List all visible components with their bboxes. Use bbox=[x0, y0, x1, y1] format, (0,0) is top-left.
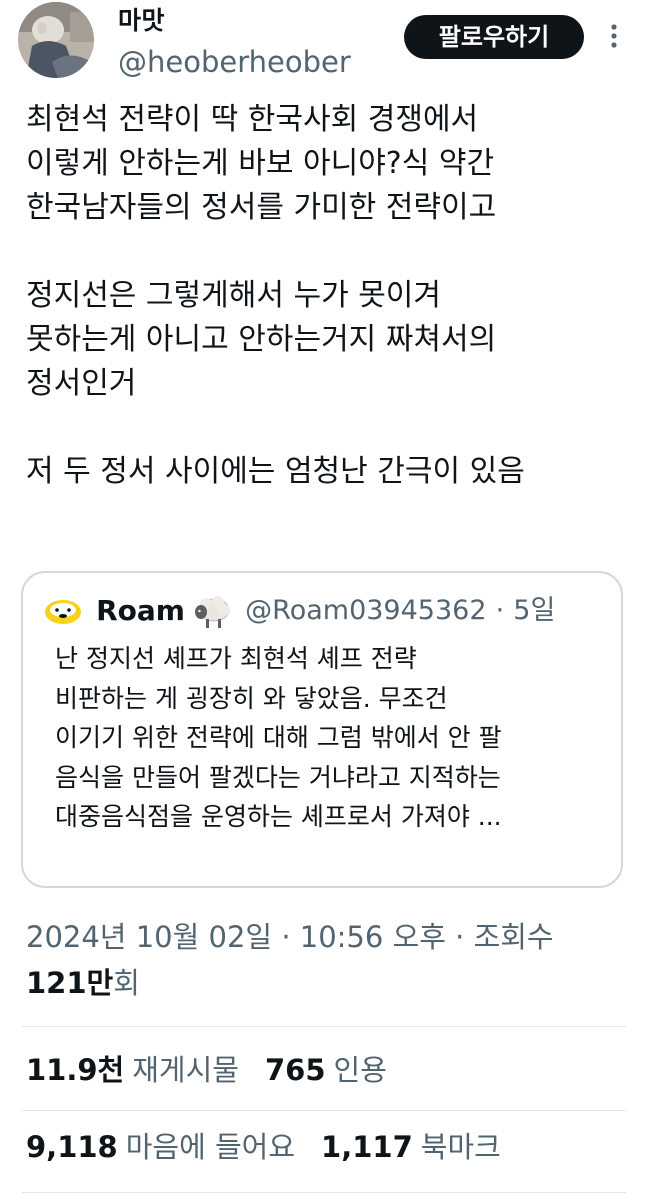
separator-dot: · bbox=[281, 920, 291, 954]
tweet-header: 마맛 @heoberheober 팔로우하기 bbox=[0, 0, 646, 90]
likes-label: 마음에 들어요 bbox=[125, 1130, 296, 1164]
quoted-tweet-card[interactable]: Roam @Roam03945362 · 5일 난 정지선 셰프가 최현석 셰프… bbox=[21, 571, 623, 888]
bookmarks-count: 1,117 bbox=[321, 1130, 413, 1164]
divider bbox=[22, 1026, 626, 1027]
sheep-face-icon bbox=[45, 600, 81, 624]
separator-dot: · bbox=[455, 920, 465, 954]
display-name[interactable]: 마맛 bbox=[118, 6, 165, 36]
reposts-stat[interactable]: 11.9천 재게시물 bbox=[26, 1053, 265, 1087]
more-options-button[interactable] bbox=[600, 22, 628, 50]
tweet-line: 정지선은 그렇게해서 누가 못이겨 bbox=[26, 278, 442, 313]
tweet-line: 한국남자들의 정서를 가미한 전략이고 bbox=[26, 190, 497, 225]
bookmarks-label: 북마크 bbox=[420, 1130, 501, 1164]
likes-stat[interactable]: 9,118 마음에 들어요 bbox=[26, 1130, 321, 1164]
more-dots-icon bbox=[611, 24, 617, 48]
quote-line: 대중음식점을 운영하는 셰프로서 가져야 ... bbox=[55, 802, 502, 831]
likes-count: 9,118 bbox=[26, 1130, 118, 1164]
views-count: 121만 bbox=[26, 966, 114, 1000]
views-line: 121만회 bbox=[26, 963, 140, 1003]
separator-dot: · bbox=[495, 595, 505, 626]
divider bbox=[22, 1192, 626, 1193]
divider bbox=[22, 1110, 626, 1111]
quote-line: 난 정지선 셰프가 최현석 셰프 전략 bbox=[55, 644, 417, 673]
quotes-count: 765 bbox=[264, 1053, 326, 1087]
quotes-label: 인용 bbox=[333, 1053, 387, 1087]
tweet-line: 저 두 정서 사이에는 엄청난 간극이 있음 bbox=[26, 454, 525, 489]
tweet-line: 최현석 전략이 딱 한국사회 경쟁에서 bbox=[26, 102, 479, 137]
quote-display-name[interactable]: Roam bbox=[96, 591, 185, 631]
stats-row-reposts: 11.9천 재게시물 765 인용 bbox=[26, 1045, 413, 1095]
user-handle[interactable]: @heoberheober bbox=[118, 44, 351, 80]
tweet-text: 최현석 전략이 딱 한국사회 경쟁에서 이렇게 안하는게 바보 아니야?식 약간… bbox=[26, 98, 626, 494]
bookmarks-stat[interactable]: 1,117 북마크 bbox=[321, 1130, 527, 1164]
stats-row-likes: 9,118 마음에 들어요 1,117 북마크 bbox=[26, 1122, 527, 1172]
tweet-date[interactable]: 2024년 10월 02일 bbox=[26, 920, 272, 954]
views-label: 조회수 bbox=[473, 920, 554, 954]
quote-text: 난 정지선 셰프가 최현석 셰프 전략 비판하는 게 굉장히 와 닿았음. 무조… bbox=[55, 639, 615, 837]
quote-timestamp[interactable]: 5일 bbox=[513, 591, 555, 631]
quotes-stat[interactable]: 765 인용 bbox=[265, 1053, 413, 1087]
avatar[interactable] bbox=[18, 2, 94, 78]
tweet-line: 이렇게 안하는게 바보 아니야?식 약간 bbox=[26, 146, 495, 181]
quote-line: 이기기 위한 전략에 대해 그럼 밖에서 안 팔 bbox=[55, 723, 502, 752]
tweet-line: 정서인거 bbox=[26, 366, 137, 401]
avatar-photo-icon bbox=[18, 2, 94, 78]
tweet-metadata: 2024년 10월 02일 · 10:56 오후 · 조회수 bbox=[26, 917, 554, 957]
tweet-line: 못하는게 아니고 안하는거지 짜쳐서의 bbox=[26, 322, 497, 357]
quote-handle[interactable]: @Roam03945362 bbox=[245, 591, 486, 631]
sheep-emoji-icon bbox=[195, 596, 231, 628]
quote-line: 음식을 만들어 팔겠다는 거냐라고 지적하는 bbox=[55, 762, 501, 792]
tweet-time[interactable]: 10:56 오후 bbox=[300, 920, 446, 954]
reposts-label: 재게시물 bbox=[132, 1053, 239, 1087]
reposts-count: 11.9천 bbox=[26, 1053, 125, 1087]
follow-button[interactable]: 팔로우하기 bbox=[404, 15, 584, 59]
quote-header: Roam @Roam03945362 · 5일 bbox=[43, 591, 555, 631]
views-unit: 회 bbox=[113, 966, 140, 1000]
quote-line: 비판하는 게 굉장히 와 닿았음. 무조건 bbox=[55, 683, 448, 713]
